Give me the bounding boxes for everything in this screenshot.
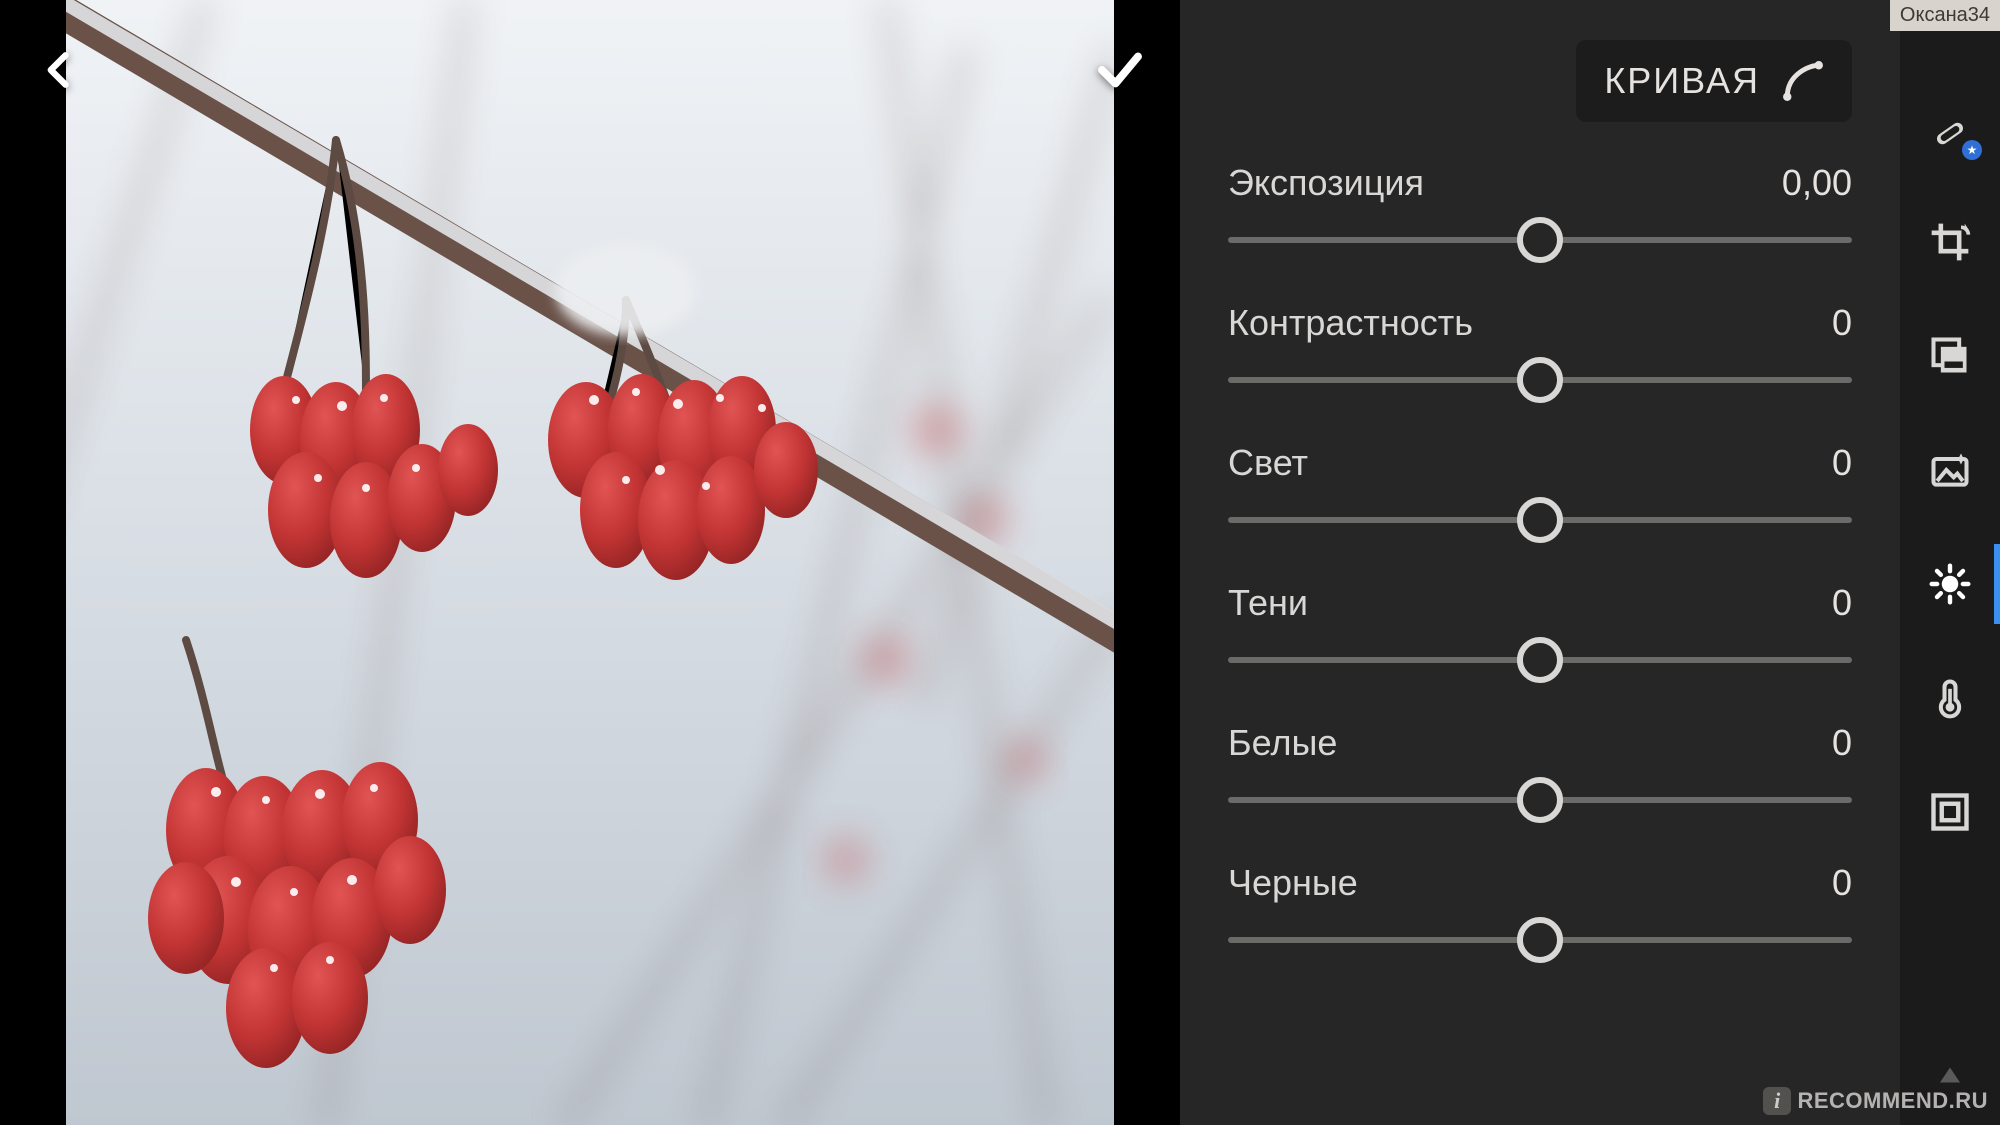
premium-badge-icon: ★ — [1962, 140, 1982, 160]
slider-track[interactable] — [1228, 920, 1852, 960]
slider-label: Белые — [1228, 722, 1337, 764]
frame-fit-icon — [1928, 790, 1972, 834]
slider-thumb[interactable] — [1517, 357, 1563, 403]
slider-thumb[interactable] — [1517, 497, 1563, 543]
slider-label: Контрастность — [1228, 302, 1473, 344]
presets-icon — [1928, 334, 1972, 378]
slider-thumb[interactable] — [1517, 777, 1563, 823]
slider-track[interactable] — [1228, 220, 1852, 260]
slider-value: 0 — [1832, 302, 1852, 344]
slider-track[interactable] — [1228, 360, 1852, 400]
photo-canvas[interactable] — [66, 0, 1114, 1125]
auto-enhance-button[interactable] — [1922, 442, 1978, 498]
right-toolbar: ★ — [1900, 0, 2000, 1125]
curve-label: КРИВАЯ — [1604, 60, 1760, 102]
slider-thumb[interactable] — [1517, 637, 1563, 683]
user-tag: Оксана34 — [1890, 0, 2000, 31]
back-button[interactable] — [30, 40, 90, 100]
watermark-logo-icon: i — [1763, 1087, 1791, 1115]
slider-track[interactable] — [1228, 640, 1852, 680]
slider-blacks: Черные 0 — [1228, 862, 1852, 960]
slider-label: Черные — [1228, 862, 1358, 904]
presets-button[interactable] — [1922, 328, 1978, 384]
checkmark-icon — [1093, 43, 1147, 97]
slider-label: Тени — [1228, 582, 1308, 624]
slider-value: 0,00 — [1782, 162, 1852, 204]
slider-shadows: Тени 0 — [1228, 582, 1852, 680]
slider-value: 0 — [1832, 582, 1852, 624]
triangle-up-icon — [1935, 1060, 1965, 1090]
app-root: КРИВАЯ Экспозиция 0,00 Контрастность — [0, 0, 2000, 1125]
slider-value: 0 — [1832, 862, 1852, 904]
light-icon — [1928, 562, 1972, 606]
healing-brush-button[interactable]: ★ — [1922, 100, 1978, 156]
slider-label: Свет — [1228, 442, 1308, 484]
slider-whites: Белые 0 — [1228, 722, 1852, 820]
chevron-left-icon — [38, 48, 82, 92]
curve-icon — [1782, 60, 1824, 102]
slider-value: 0 — [1832, 722, 1852, 764]
slider-contrast: Контрастность 0 — [1228, 302, 1852, 400]
curve-button[interactable]: КРИВАЯ — [1576, 40, 1852, 122]
watermark: i RECOMMEND.RU — [1763, 1087, 1988, 1115]
light-button[interactable] — [1922, 556, 1978, 612]
slider-track[interactable] — [1228, 500, 1852, 540]
slider-track[interactable] — [1228, 780, 1852, 820]
photo-viewer — [0, 0, 1180, 1125]
slider-value: 0 — [1832, 442, 1852, 484]
light-panel: КРИВАЯ Экспозиция 0,00 Контрастность — [1180, 0, 1900, 1125]
auto-photo-icon — [1928, 448, 1972, 492]
slider-thumb[interactable] — [1517, 217, 1563, 263]
confirm-button[interactable] — [1090, 40, 1150, 100]
slider-list: Экспозиция 0,00 Контрастность 0 Свет — [1228, 162, 1852, 960]
slider-exposure: Экспозиция 0,00 — [1228, 162, 1852, 260]
watermark-text: RECOMMEND.RU — [1797, 1088, 1988, 1114]
crop-button[interactable] — [1922, 214, 1978, 270]
slider-highlights: Свет 0 — [1228, 442, 1852, 540]
color-button[interactable] — [1922, 670, 1978, 726]
frame-button[interactable] — [1922, 784, 1978, 840]
color-temp-icon — [1928, 676, 1972, 720]
slider-label: Экспозиция — [1228, 162, 1424, 204]
slider-thumb[interactable] — [1517, 917, 1563, 963]
crop-icon — [1928, 220, 1972, 264]
